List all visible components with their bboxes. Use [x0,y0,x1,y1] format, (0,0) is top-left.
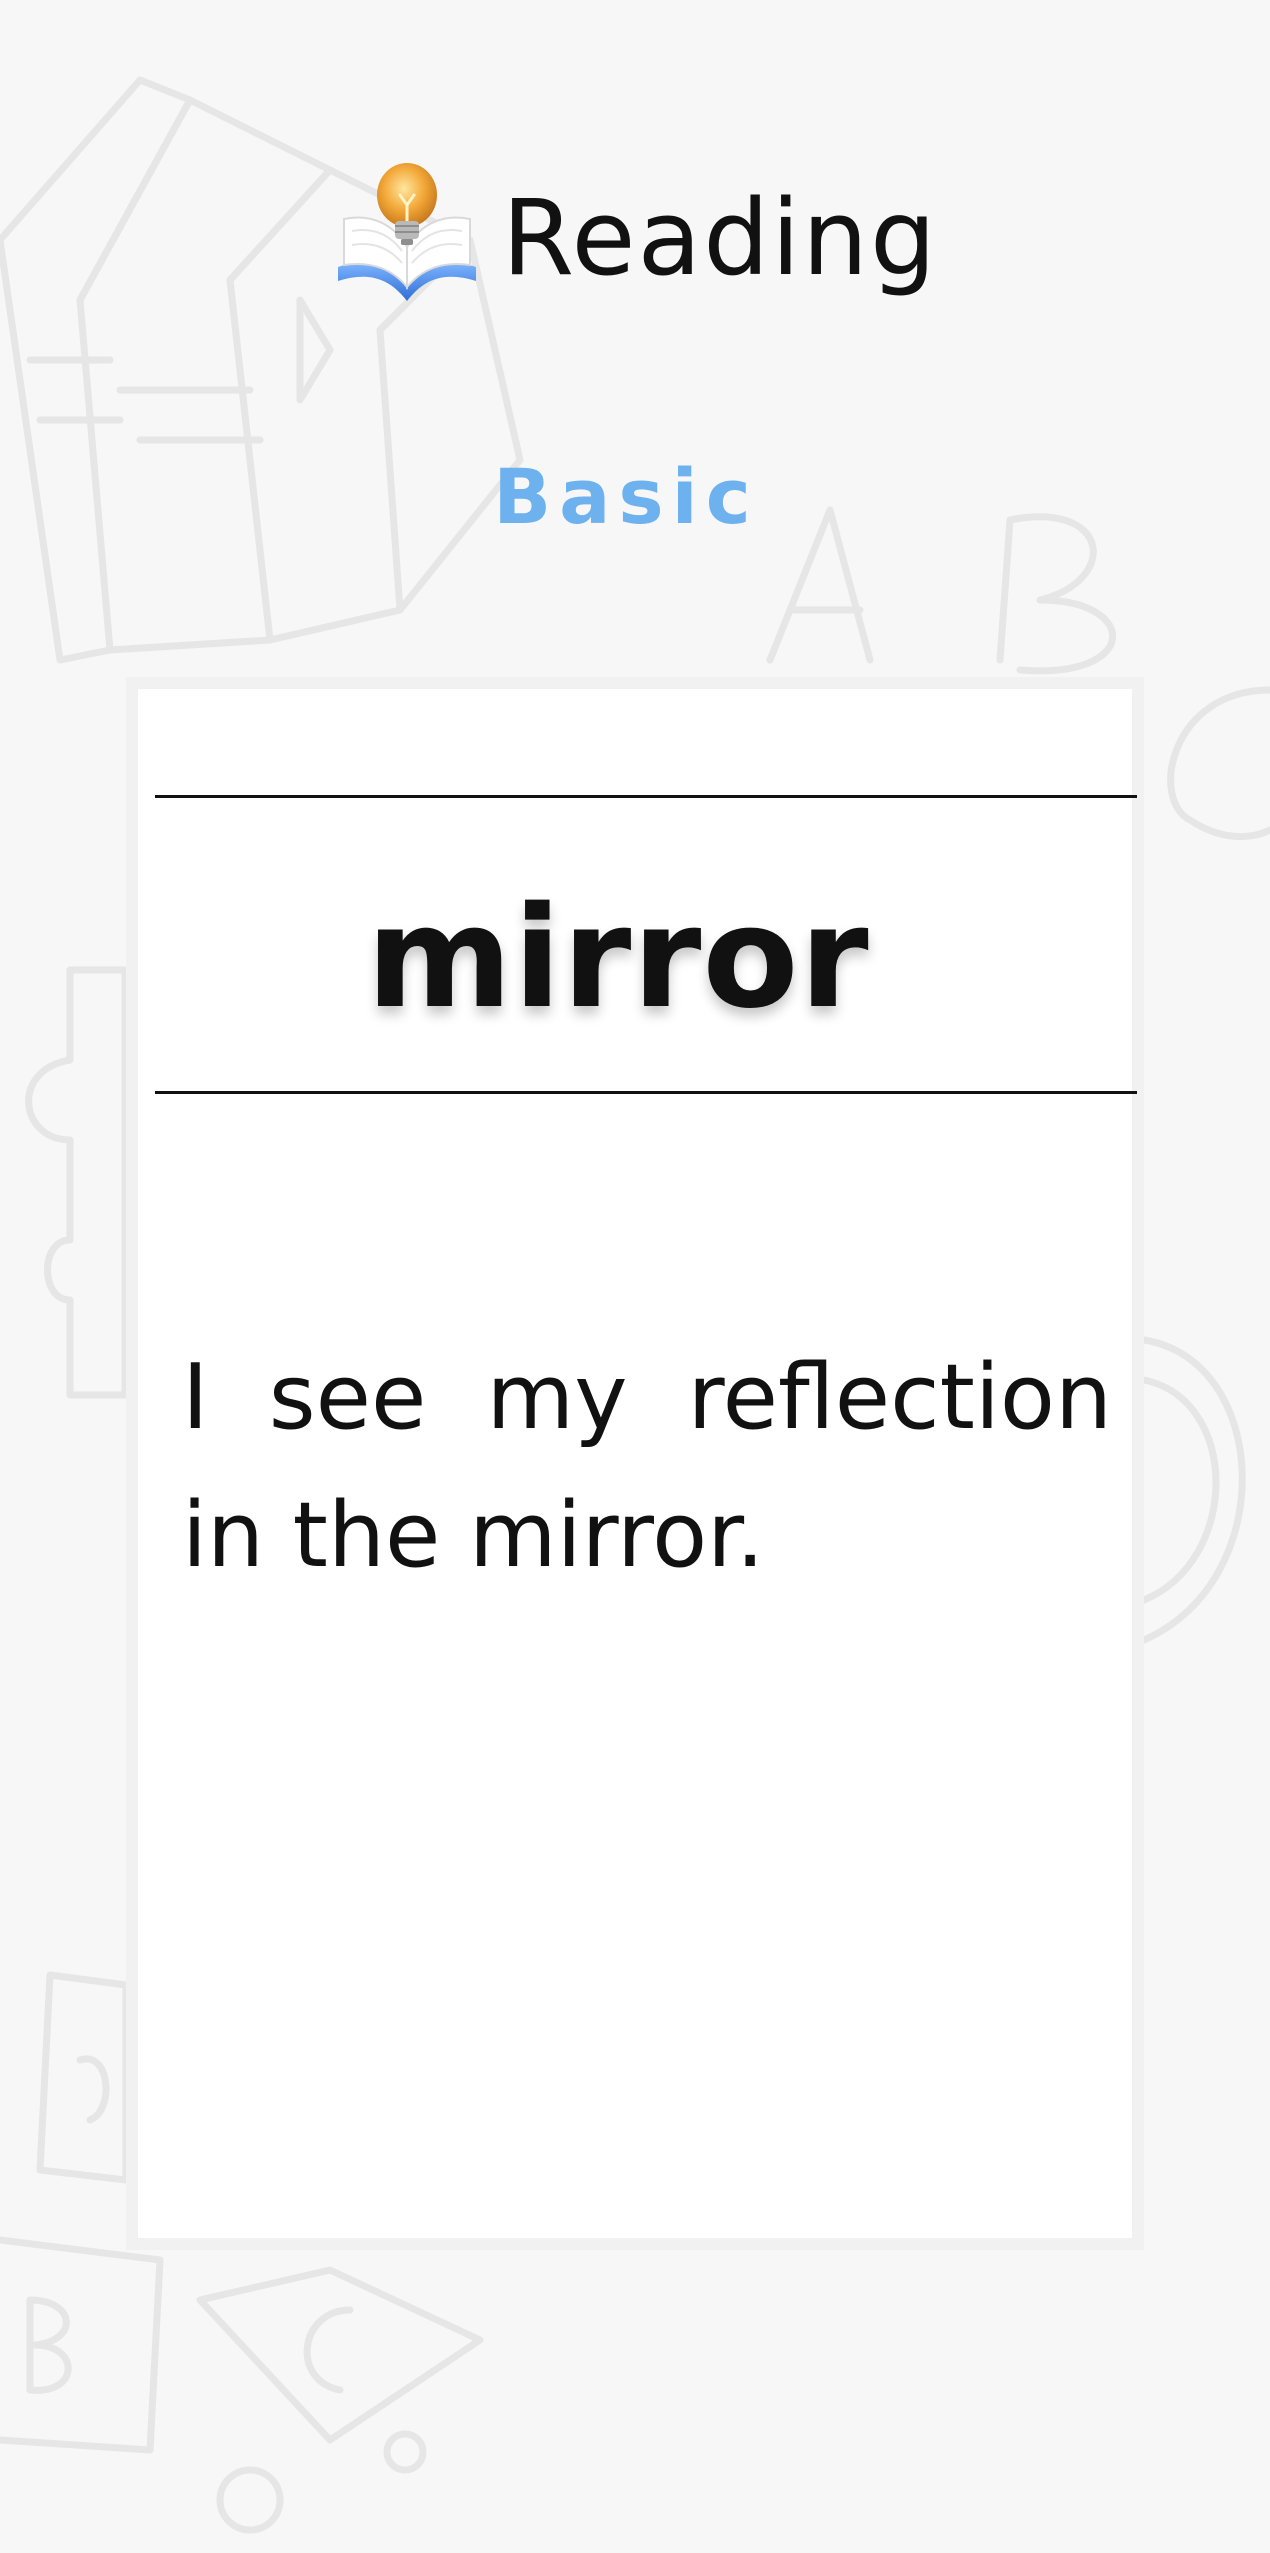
top-divider [155,795,1137,798]
app-header: Reading [0,150,1270,320]
book-lightbulb-icon [337,163,476,301]
vocab-word: mirror [366,877,870,1040]
bottom-divider [155,1091,1137,1094]
puzzle-doodle [25,966,129,1399]
flashcard: mirror I see my reflection in the mirror… [126,677,1144,2250]
app-title: Reading [501,177,939,299]
magnet-doodle [1140,1336,1246,1644]
level-label: Basic [493,452,759,541]
example-sentence: I see my reflection in the mirror. [182,1345,1112,1588]
